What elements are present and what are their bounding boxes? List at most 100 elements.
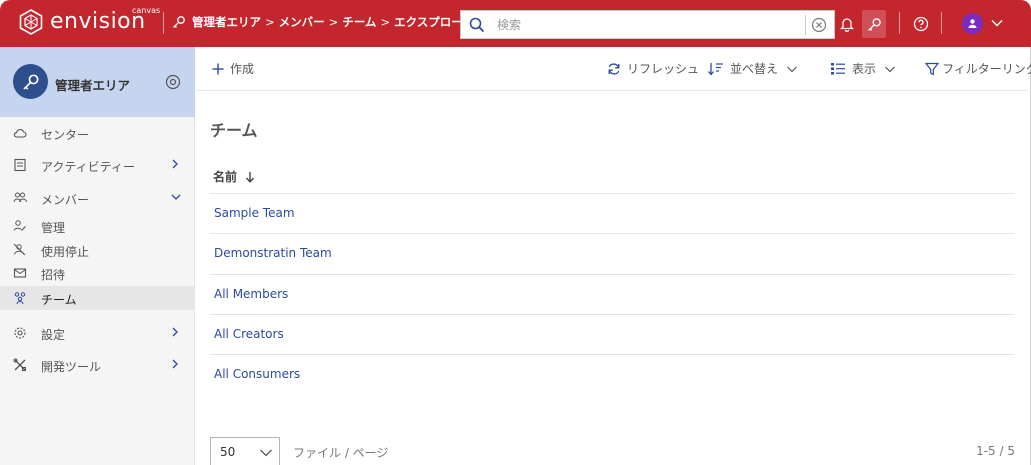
create-button[interactable]: 作成 — [212, 60, 254, 77]
sidebar: 管理者エリア センター アクティビティー メンバー 管理 使用停止 招待 チーム… — [0, 47, 195, 465]
cloud-icon — [13, 129, 27, 138]
team-link[interactable]: All Creators — [214, 327, 284, 341]
sidebar-item-label: 招待 — [41, 268, 66, 282]
main-content: 作成 リフレッシュ 並べ替え 表示 フィルターリング チーム 名前 Sample… — [196, 47, 1031, 465]
activity-icon — [14, 158, 26, 172]
pager-count: 1-5 / 5 — [976, 444, 1015, 458]
admin-area-badge — [13, 64, 48, 99]
top-header: envision canvas 管理者エリア > メンバー > チーム > エク… — [0, 0, 1031, 47]
breadcrumb: 管理者エリア > メンバー > チーム > エクスプローラー — [172, 14, 486, 30]
search-box — [460, 10, 835, 39]
chevron-right-icon — [172, 159, 178, 169]
logo-sub-label: canvas — [132, 6, 161, 15]
refresh-button[interactable]: リフレッシュ — [607, 60, 699, 77]
command-bar: 作成 リフレッシュ 並べ替え 表示 フィルターリング — [196, 47, 1031, 91]
team-link[interactable]: Sample Team — [214, 206, 295, 220]
breadcrumb-chevron-icon: > — [328, 15, 339, 29]
filter-icon — [925, 62, 939, 76]
team-list: Sample Team Demonstratin Team All Member… — [210, 193, 1014, 394]
chevron-right-icon — [172, 327, 178, 337]
table-row: Demonstratin Team — [210, 233, 1014, 273]
target-settings-icon[interactable] — [165, 74, 181, 90]
view-list-icon — [831, 62, 845, 74]
user-edit-icon — [13, 220, 26, 231]
view-button[interactable]: 表示 — [830, 60, 902, 77]
chevron-down-icon — [787, 66, 797, 72]
search-divider — [805, 15, 806, 35]
page-size-value: 50 — [220, 445, 236, 459]
user-disabled-icon — [13, 243, 26, 256]
clear-search-icon[interactable] — [811, 17, 827, 33]
sidebar-item-activity[interactable]: アクティビティー — [0, 153, 195, 177]
sidebar-header: 管理者エリア — [0, 47, 195, 117]
breadcrumb-chevron-icon: > — [265, 15, 275, 29]
sidebar-item-disabled[interactable]: 使用停止 — [0, 238, 195, 262]
breadcrumb-chevron-icon: > — [380, 15, 391, 29]
sidebar-item-label: チーム — [41, 293, 77, 307]
admin-key-icon[interactable] — [862, 10, 886, 38]
chevron-down-icon[interactable] — [990, 16, 1004, 30]
sidebar-item-invite[interactable]: 招待 — [0, 261, 195, 285]
envision-logo-icon — [19, 9, 43, 35]
page-size-label: ファイル / ページ — [293, 446, 389, 460]
search-icon — [469, 17, 485, 33]
breadcrumb-item-admin[interactable]: 管理者エリア — [192, 14, 261, 30]
sidebar-item-team[interactable]: チーム — [0, 286, 195, 310]
sidebar-item-center[interactable]: センター — [0, 121, 195, 145]
header-divider — [941, 12, 942, 34]
sidebar-title: 管理者エリア — [55, 78, 131, 93]
gear-icon — [14, 327, 26, 339]
sidebar-item-label: センター — [41, 128, 90, 142]
sort-button[interactable]: 並べ替え — [708, 60, 804, 77]
chevron-down-icon — [171, 194, 181, 200]
header-divider — [899, 12, 900, 34]
chevron-down-icon — [260, 449, 272, 457]
team-icon — [14, 292, 26, 305]
sidebar-item-label: 設定 — [41, 328, 66, 342]
search-input[interactable] — [497, 14, 797, 35]
sort-icon — [708, 62, 723, 76]
header-divider — [163, 12, 164, 34]
sidebar-item-label: アクティビティー — [41, 160, 135, 174]
team-link[interactable]: All Members — [214, 287, 288, 301]
refresh-label: リフレッシュ — [627, 62, 700, 76]
bell-icon[interactable] — [835, 12, 859, 36]
filter-button[interactable]: フィルターリング — [925, 60, 1031, 77]
breadcrumb-item-team[interactable]: チーム — [342, 14, 376, 30]
table-row: All Creators — [210, 313, 1014, 354]
chevron-down-icon — [885, 66, 895, 72]
column-header-label: 名前 — [213, 170, 238, 184]
sidebar-item-label: 使用停止 — [41, 245, 90, 259]
sort-label: 並べ替え — [730, 62, 779, 76]
team-link[interactable]: All Consumers — [214, 367, 300, 381]
sidebar-item-settings[interactable]: 設定 — [0, 321, 195, 345]
mail-icon — [13, 268, 27, 278]
column-header-name[interactable]: 名前 — [213, 168, 255, 185]
plus-icon — [212, 63, 224, 74]
key-icon — [22, 73, 39, 90]
sidebar-item-members[interactable]: メンバー — [0, 186, 195, 210]
create-label: 作成 — [230, 62, 255, 76]
user-avatar[interactable] — [962, 13, 983, 34]
key-icon — [173, 16, 185, 28]
help-icon[interactable] — [909, 12, 933, 36]
sidebar-item-label: 開発ツール — [41, 360, 102, 374]
page-title: チーム — [210, 121, 258, 140]
team-link[interactable]: Demonstratin Team — [214, 246, 332, 260]
sidebar-item-label: メンバー — [41, 193, 90, 207]
chevron-right-icon — [172, 359, 178, 369]
members-icon — [13, 192, 27, 203]
envision-logo[interactable]: envision canvas — [18, 6, 160, 35]
tools-icon — [13, 358, 26, 371]
user-icon — [968, 19, 977, 28]
breadcrumb-item-members[interactable]: メンバー — [279, 14, 325, 30]
sidebar-item-dev-tools[interactable]: 開発ツール — [0, 353, 195, 377]
table-row: All Members — [210, 273, 1014, 314]
sort-arrow-down-icon — [246, 171, 255, 183]
filter-label: フィルターリング — [942, 62, 1031, 76]
table-row: Sample Team — [210, 193, 1014, 233]
page-size-select[interactable]: 50 — [210, 437, 280, 465]
sidebar-item-manage[interactable]: 管理 — [0, 214, 195, 238]
refresh-icon — [608, 62, 620, 75]
sidebar-item-label: 管理 — [41, 221, 66, 235]
